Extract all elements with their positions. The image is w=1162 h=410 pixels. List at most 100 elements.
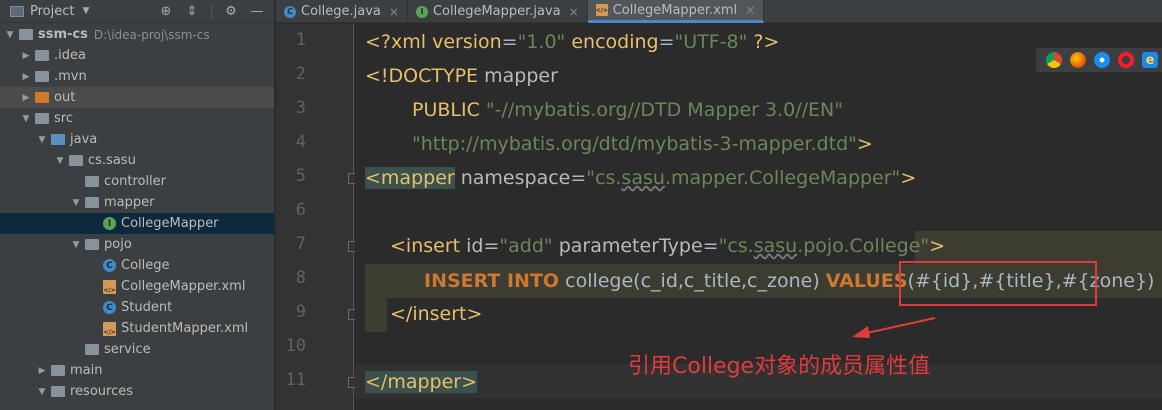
tree-item-label: java [70, 132, 98, 147]
mapper-open-tag: <mapper [365, 167, 455, 189]
tree-item-idea[interactable]: ▶ .idea [0, 45, 274, 66]
code-line-7: <insert id="add" parameterType="cs.sasu.… [390, 229, 945, 263]
tree-item-label: StudentMapper.xml [121, 321, 249, 336]
tree-item-mapper[interactable]: ▼ mapper [0, 192, 274, 213]
attr-value: "cs. [586, 167, 622, 189]
tab-label: CollegeMapper.xml [612, 2, 738, 18]
class-icon: C [284, 5, 296, 18]
tab-label: CollegeMapper.java [432, 4, 561, 19]
annotation-text: 引用College对象的成员属性值 [628, 354, 931, 379]
expand-arrow-icon[interactable]: ▼ [36, 387, 48, 397]
expand-arrow-icon[interactable]: ▼ [4, 30, 16, 40]
line-number: 10 [285, 336, 306, 356]
tree-item-mvn[interactable]: ▶ .mvn [0, 66, 274, 87]
tree-item-label: .mvn [54, 69, 87, 84]
tree-item-main[interactable]: ▶ main [0, 360, 274, 381]
tab-college-java[interactable]: C College.java × [276, 0, 408, 23]
tree-item-studentmapper-xml[interactable]: </> StudentMapper.xml [0, 318, 274, 339]
folder-icon [35, 50, 49, 61]
project-panel-title[interactable]: Project [30, 4, 74, 19]
attr-value-typo: sasu [621, 167, 665, 189]
line-number: 4 [295, 132, 306, 152]
chevron-down-icon[interactable]: ▼ [82, 6, 89, 16]
tab-collegemapper-xml[interactable]: </> CollegeMapper.xml × [587, 0, 765, 23]
insert-open-tag: <insert [390, 235, 461, 257]
insert-tag-highlight [915, 231, 1162, 265]
attr-value: .mapper.CollegeMapper" [664, 167, 901, 189]
package-icon [85, 176, 99, 187]
gear-icon[interactable]: ⚙ [220, 1, 242, 21]
firefox-icon[interactable] [1070, 52, 1086, 68]
tree-item-pojo[interactable]: ▼ pojo [0, 234, 274, 255]
line-number: 6 [295, 200, 306, 220]
equals-sign: = [501, 31, 518, 53]
tree-item-collegemapper[interactable]: I CollegeMapper [0, 213, 274, 234]
ie-icon[interactable]: e [1142, 52, 1158, 68]
folder-icon [35, 113, 49, 124]
opera-icon[interactable] [1118, 52, 1134, 68]
tree-item-label: controller [104, 174, 167, 189]
expand-arrow-icon[interactable]: ▼ [70, 198, 82, 208]
mapper-close-tag: </mapper> [365, 371, 478, 393]
line-number: 11 [285, 370, 306, 390]
close-icon[interactable]: × [389, 5, 399, 19]
close-icon[interactable]: × [569, 5, 579, 19]
tree-item-controller[interactable]: controller [0, 171, 274, 192]
doctype-end: > [856, 133, 873, 155]
expand-arrow-icon[interactable]: ▶ [20, 93, 32, 103]
tree-item-src[interactable]: ▼ src [0, 108, 274, 129]
tree-item-label: out [54, 90, 76, 105]
tree-item-label: src [54, 111, 73, 126]
expand-arrow-icon[interactable]: ▶ [20, 51, 32, 61]
attr-value: "1.0" [517, 31, 566, 53]
insert-close-tag: </insert> [390, 303, 483, 325]
public-keyword: PUBLIC [412, 99, 486, 121]
locate-icon[interactable]: ⊕ [155, 1, 177, 21]
tree-item-label: .idea [54, 48, 86, 63]
tree-item-student[interactable]: C Student [0, 297, 274, 318]
expand-arrow-icon[interactable]: ▶ [20, 72, 32, 82]
tree-item-ssm-cs[interactable]: ▼ ssm-cs D:\idea-proj\ssm-cs [0, 24, 274, 45]
excluded-folder-icon [35, 92, 49, 103]
tag-end: > [929, 235, 946, 257]
tree-item-label: cs.sasu [88, 153, 136, 168]
attr-value: "add" [499, 235, 553, 257]
tree-item-resources[interactable]: ▼ resources [0, 381, 274, 402]
interface-icon: I [415, 5, 428, 18]
xml-declaration: <?xml version [365, 31, 502, 53]
tree-item-cs-sasu[interactable]: ▼ cs.sasu [0, 150, 274, 171]
editor-tab-bar: C College.java × I CollegeMapper.java × … [276, 0, 1162, 23]
line-number: 5 [295, 166, 306, 186]
expand-arrow-icon[interactable]: ▼ [20, 114, 32, 124]
attr-value-typo: sasu [753, 235, 798, 257]
sql-keyword: VALUES [825, 270, 908, 292]
attr-name: encoding [565, 31, 659, 53]
expand-arrow-icon[interactable]: ▼ [70, 240, 82, 250]
chrome-icon[interactable] [1046, 52, 1062, 68]
editor-gutter: 1 2 3 4 5 6 7 8 9 10 11 [276, 24, 359, 410]
project-panel: Project ▼ ⊕ ⇕ ⚙ — ▼ ssm-cs D:\idea-proj\… [0, 0, 275, 410]
close-icon[interactable]: × [745, 3, 755, 17]
expand-arrow-icon[interactable]: ▼ [54, 156, 66, 166]
expand-arrow-icon[interactable]: ▼ [36, 135, 48, 145]
tree-item-label: CollegeMapper.xml [121, 279, 246, 294]
safari-icon[interactable] [1094, 52, 1110, 68]
minimize-icon[interactable]: — [246, 1, 268, 21]
insert-block-highlight [365, 298, 387, 332]
line-number: 7 [295, 234, 306, 254]
tree-item-out[interactable]: ▶ out [0, 87, 274, 108]
collapse-icon[interactable]: ⇕ [181, 1, 203, 21]
tree-item-collegemapper-xml[interactable]: </> CollegeMapper.xml [0, 276, 274, 297]
class-icon: C [103, 259, 116, 272]
line-number: 8 [295, 268, 306, 288]
tree-item-java[interactable]: ▼ java [0, 129, 274, 150]
equals-sign: = [570, 167, 587, 189]
doctype-name: mapper [484, 65, 558, 87]
tree-item-college[interactable]: C College [0, 255, 274, 276]
tab-collegemapper-java[interactable]: I CollegeMapper.java × [408, 0, 588, 23]
equals-sign: = [483, 235, 500, 257]
tag-end: > [900, 167, 917, 189]
module-folder-icon [19, 29, 33, 40]
tree-item-service[interactable]: service [0, 339, 274, 360]
expand-arrow-icon[interactable]: ▶ [36, 366, 48, 376]
